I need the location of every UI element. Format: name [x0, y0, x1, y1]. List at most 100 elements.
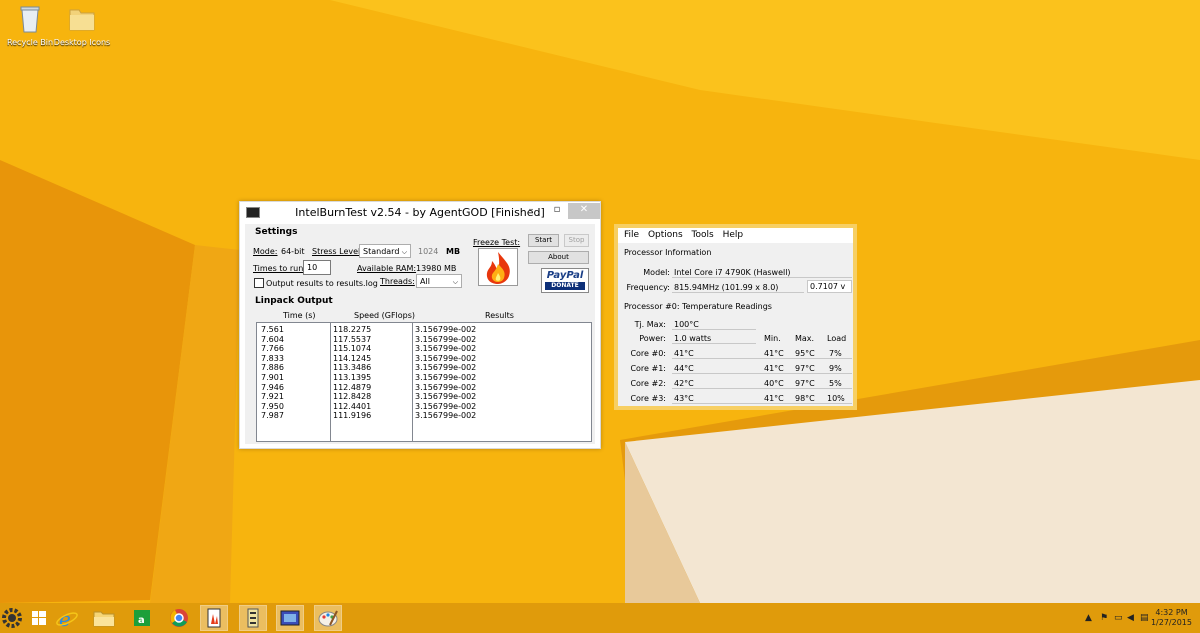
show-hidden-icons-icon[interactable]: ▲ [1085, 613, 1092, 623]
cpu-tool-icon [247, 608, 259, 628]
svg-text:a: a [138, 615, 145, 626]
core-label: Core #0: [630, 349, 666, 358]
cpuz-taskbar-button[interactable] [276, 605, 304, 631]
start-button[interactable] [26, 606, 52, 630]
tjmax-label: Tj. Max: [634, 320, 666, 329]
available-ram-label: Available RAM: [357, 264, 417, 273]
frequency-label: Frequency: [626, 283, 670, 292]
column-header-speed[interactable]: Speed (GFlops) [354, 311, 415, 320]
chevron-down-icon: ⌵ [452, 278, 458, 286]
taskbar: e a ▲ ⚑ ▭ ◀ ▤ 4:32 PM 1/27/2015 [0, 603, 1200, 633]
column-divider [412, 323, 413, 441]
settings-gear-button[interactable] [0, 606, 26, 630]
fire-icon [486, 252, 510, 284]
desktop-icon-recycle-bin[interactable]: Recycle Bin [0, 2, 60, 47]
column-header-time[interactable]: Time (s) [283, 311, 316, 320]
core-row-line [672, 391, 852, 404]
paint-taskbar-button[interactable] [314, 605, 342, 631]
store-button[interactable]: a [129, 606, 155, 630]
output-log-label: Output results to results.log [266, 279, 378, 288]
menu-help[interactable]: Help [723, 228, 744, 243]
recycle-bin-icon [20, 6, 40, 33]
time-cell: 7.833 [261, 353, 284, 363]
core-row-line [672, 376, 852, 389]
speed-cell: 114.1245 [333, 353, 372, 363]
intelburntest-window: IntelBurnTest v2.54 - by AgentGOD [Finis… [239, 201, 601, 449]
tjmax-underline [672, 317, 756, 330]
maximize-button[interactable]: ▫ [544, 203, 570, 219]
power-underline [672, 331, 756, 344]
stop-button[interactable]: Stop [564, 234, 589, 247]
chrome-button[interactable] [166, 606, 192, 630]
column-divider [330, 323, 331, 441]
paypal-donate-button[interactable]: PayPal DONATE [541, 268, 589, 293]
paint-icon [318, 610, 338, 627]
about-button[interactable]: About [528, 251, 589, 264]
system-clock[interactable]: 4:32 PM 1/27/2015 [1151, 608, 1192, 628]
memory-value: 1024 [418, 247, 439, 256]
result-cell: 3.156799e-002 [415, 401, 477, 411]
menu-tools[interactable]: Tools [692, 228, 714, 243]
volume-icon[interactable]: ◀ [1127, 613, 1134, 623]
speed-cell: 112.4401 [333, 401, 372, 411]
results-column: 3.156799e-002 3.156799e-002 3.156799e-00… [415, 325, 476, 441]
linpack-output-label: Linpack Output [255, 296, 333, 306]
stress-level-select[interactable]: Standard ⌵ [359, 244, 411, 258]
time-column: 7.561 7.604 7.766 7.833 7.886 7.901 7.94… [261, 325, 284, 441]
time-cell: 7.561 [261, 325, 284, 334]
intelburntest-taskbar-button[interactable] [200, 605, 228, 631]
menu-options[interactable]: Options [648, 228, 683, 243]
threads-label: Threads: [380, 277, 415, 286]
result-cell: 3.156799e-002 [415, 334, 477, 344]
menu-bar: File Options Tools Help [618, 228, 853, 243]
frequency-underline [672, 280, 804, 293]
internet-explorer-button[interactable]: e [54, 606, 80, 631]
core-label: Core #3: [630, 394, 666, 403]
result-cell: 3.156799e-002 [415, 363, 477, 373]
desktop-icon-desktop-icons[interactable]: Desktop Icons [52, 2, 112, 47]
donate-label: DONATE [545, 282, 585, 290]
core-row-line [672, 361, 852, 374]
speed-cell: 112.4879 [333, 382, 372, 392]
action-center-flag-icon[interactable]: ⚑ [1100, 613, 1108, 623]
stress-level-label: Stress Level: [312, 247, 363, 256]
chevron-down-icon: ⌵ [401, 248, 407, 256]
column-header-results[interactable]: Results [485, 311, 514, 320]
title-bar[interactable]: IntelBurnTest v2.54 - by AgentGOD [Finis… [240, 202, 600, 222]
model-underline [672, 265, 852, 278]
speed-cell: 113.1395 [333, 372, 372, 382]
freeze-test-label: Freeze Test: [473, 238, 521, 247]
output-log-checkbox[interactable] [254, 278, 264, 288]
load-column-header: Load [827, 334, 847, 343]
keyboard-icon[interactable]: ▤ [1140, 613, 1149, 623]
freeze-test-button[interactable] [478, 248, 518, 286]
mode-label: Mode: [253, 247, 278, 256]
windows-logo-icon [32, 611, 46, 625]
result-cell: 3.156799e-002 [415, 372, 477, 382]
threads-select[interactable]: All ⌵ [416, 274, 462, 288]
core-label: Core #1: [630, 364, 666, 373]
time-cell: 7.950 [261, 401, 284, 411]
min-column-header: Min. [764, 334, 781, 343]
linpack-results-table[interactable]: 7.561 7.604 7.766 7.833 7.886 7.901 7.94… [256, 322, 592, 442]
core-row-line [672, 346, 852, 359]
result-cell: 3.156799e-002 [415, 325, 477, 334]
time-cell: 7.604 [261, 334, 284, 344]
network-icon[interactable]: ▭ [1114, 613, 1123, 623]
window-body: Settings Mode: 64-bit Stress Level: Stan… [245, 224, 595, 444]
result-cell: 3.156799e-002 [415, 344, 477, 354]
cpu-tool-taskbar-button[interactable] [239, 605, 267, 631]
clock-time: 4:32 PM [1155, 608, 1188, 617]
intelburntest-icon [207, 608, 221, 628]
times-to-run-label: Times to run: [253, 264, 306, 273]
power-label: Power: [639, 334, 666, 343]
file-explorer-button[interactable] [91, 606, 117, 630]
start-button[interactable]: Start [528, 234, 559, 247]
times-to-run-input[interactable]: 10 [303, 260, 331, 275]
menu-file[interactable]: File [624, 228, 639, 243]
close-button[interactable]: ✕ [568, 203, 600, 219]
minimize-button[interactable]: – [518, 203, 544, 219]
mode-value: 64-bit [281, 247, 305, 256]
max-column-header: Max. [795, 334, 815, 343]
time-cell: 7.886 [261, 363, 284, 373]
